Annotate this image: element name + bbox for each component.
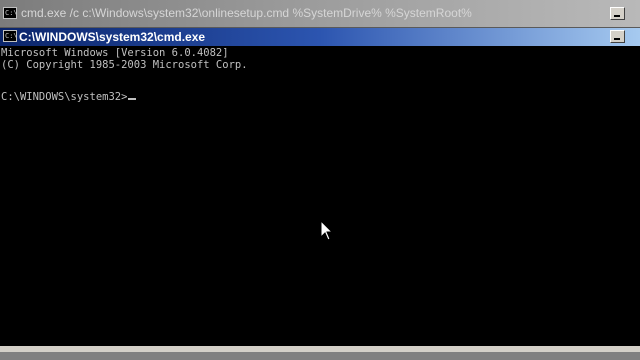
- background-window-title: cmd.exe /c c:\Windows\system32\onlineset…: [21, 6, 472, 20]
- minimize-icon: [614, 38, 620, 40]
- active-window-minimize-button[interactable]: [610, 30, 625, 43]
- mouse-pointer-icon: [320, 220, 334, 241]
- background-window-titlebar[interactable]: C:\ cmd.exe /c c:\Windows\system32\onlin…: [0, 0, 640, 28]
- text-cursor: [128, 98, 137, 100]
- command-prompt-line[interactable]: C:\WINDOWS\system32>: [1, 85, 137, 104]
- cmd-icon[interactable]: C:\: [3, 30, 17, 42]
- console-version-line: Microsoft Windows [Version 6.0.4082]: [1, 47, 229, 59]
- active-window-title: C:\WINDOWS\system32\cmd.exe: [19, 30, 206, 44]
- window-bottom-edge: [0, 352, 640, 360]
- background-window-minimize-button[interactable]: [610, 7, 625, 20]
- active-window-titlebar[interactable]: C:\ C:\WINDOWS\system32\cmd.exe: [0, 28, 640, 46]
- desktop-screen: C:\ cmd.exe /c c:\Windows\system32\onlin…: [0, 0, 640, 360]
- command-prompt: C:\WINDOWS\system32>: [1, 91, 128, 103]
- cmd-icon[interactable]: C:\: [3, 7, 17, 19]
- minimize-icon: [614, 15, 620, 17]
- console-copyright-line: (C) Copyright 1985-2003 Microsoft Corp.: [1, 59, 248, 71]
- console-output-area[interactable]: Microsoft Windows [Version 6.0.4082] (C)…: [0, 46, 640, 346]
